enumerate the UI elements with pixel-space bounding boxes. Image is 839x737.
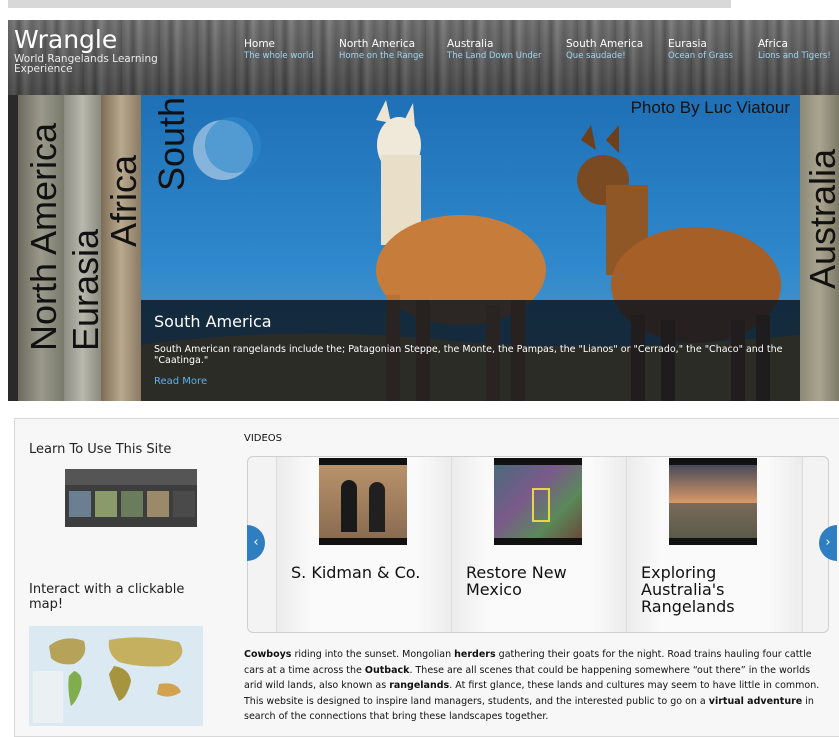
slider-panel-south-america[interactable]: Photo By Luc Viatour South America South… bbox=[141, 95, 800, 401]
top-strip bbox=[8, 0, 731, 8]
learn-heading: Learn To Use This Site bbox=[29, 442, 171, 457]
video-thumbnail bbox=[494, 458, 582, 545]
slide-caption: South America South American rangelands … bbox=[141, 300, 800, 401]
thumb-tile bbox=[173, 491, 195, 517]
site-tutorial-thumbnail[interactable] bbox=[65, 469, 197, 527]
videos-label: VIDEOS bbox=[244, 433, 282, 444]
panel-label: Australia bbox=[802, 149, 839, 289]
nav-australia[interactable]: Australia The Land Down Under bbox=[447, 38, 541, 62]
nav-subtitle: Lions and Tigers! bbox=[758, 50, 831, 62]
world-map-thumbnail[interactable] bbox=[29, 626, 203, 726]
video-thumbnail bbox=[319, 458, 407, 545]
video-item[interactable]: Exploring Australia's Rangelands bbox=[626, 457, 803, 632]
panel-label: Africa bbox=[103, 155, 141, 247]
intro-keyword: Outback bbox=[365, 665, 410, 676]
nav-subtitle: Que saudade! bbox=[566, 50, 643, 62]
chevron-left-icon: ‹ bbox=[253, 535, 258, 550]
nav-title: Eurasia bbox=[668, 38, 733, 50]
nav-title: North America bbox=[339, 38, 424, 50]
nav-south-america[interactable]: South America Que saudade! bbox=[566, 38, 643, 62]
slider-panel-africa[interactable]: Africa bbox=[101, 95, 141, 401]
map-heading: Interact with a clickable map! bbox=[29, 582, 209, 612]
nav-title: Australia bbox=[447, 38, 541, 50]
video-title: S. Kidman & Co. bbox=[291, 564, 441, 581]
thumb-tile bbox=[95, 491, 117, 517]
intro-text: riding into the sunset. Mongolian bbox=[291, 649, 454, 660]
intro-keyword: Cowboys bbox=[244, 649, 291, 660]
video-carousel: S. Kidman & Co. Restore New Mexico Explo… bbox=[247, 456, 829, 633]
nav-subtitle: The whole world bbox=[244, 50, 314, 62]
site-logo[interactable]: Wrangle bbox=[14, 27, 117, 53]
thumb-tile bbox=[121, 491, 143, 517]
read-more-link[interactable]: Read More bbox=[154, 376, 207, 387]
nav-subtitle: Ocean of Grass bbox=[668, 50, 733, 62]
panel-label: North America bbox=[23, 123, 64, 351]
nav-subtitle: Home on the Range bbox=[339, 50, 424, 62]
slider-panel-eurasia[interactable]: Eurasia bbox=[64, 95, 101, 401]
region-slider: North America Eurasia Africa bbox=[8, 95, 839, 401]
nav-africa[interactable]: Africa Lions and Tigers! bbox=[758, 38, 831, 62]
world-map-icon bbox=[29, 626, 203, 726]
nav-title: Africa bbox=[758, 38, 831, 50]
video-item[interactable]: S. Kidman & Co. bbox=[276, 457, 453, 632]
site-tagline: World Rangelands Learning Experience bbox=[14, 54, 174, 74]
nav-eurasia[interactable]: Eurasia Ocean of Grass bbox=[668, 38, 733, 62]
nav-title: South America bbox=[566, 38, 643, 50]
video-thumbnail bbox=[669, 458, 757, 545]
intro-keyword: virtual adventure bbox=[709, 696, 802, 707]
content-area: Learn To Use This Site Interact with a c… bbox=[14, 418, 839, 737]
intro-paragraph: Cowboys riding into the sunset. Mongolia… bbox=[244, 647, 824, 725]
nav-north-america[interactable]: North America Home on the Range bbox=[339, 38, 424, 62]
slider-panel-north-america[interactable]: North America bbox=[18, 95, 64, 401]
nav-title: Home bbox=[244, 38, 314, 50]
video-item[interactable]: Restore New Mexico bbox=[451, 457, 628, 632]
panel-label: Eurasia bbox=[65, 229, 102, 351]
panel-label: South America bbox=[151, 95, 193, 191]
nav-subtitle: The Land Down Under bbox=[447, 50, 541, 62]
video-title: Restore New Mexico bbox=[466, 564, 616, 598]
thumb-tile bbox=[69, 491, 91, 517]
caption-title: South America bbox=[154, 312, 272, 331]
slider-panel-australia[interactable]: Australia bbox=[800, 95, 839, 401]
intro-keyword: rangelands bbox=[389, 680, 449, 691]
caption-text: South American rangelands include the; P… bbox=[154, 344, 784, 366]
video-title: Exploring Australia's Rangelands bbox=[641, 564, 791, 615]
intro-keyword: herders bbox=[454, 649, 495, 660]
chevron-right-icon: › bbox=[825, 535, 830, 550]
thumb-tile bbox=[147, 491, 169, 517]
nav-home[interactable]: Home The whole world bbox=[244, 38, 314, 62]
thumb-header bbox=[65, 469, 197, 485]
photo-credit: Photo By Luc Viatour bbox=[631, 98, 790, 118]
